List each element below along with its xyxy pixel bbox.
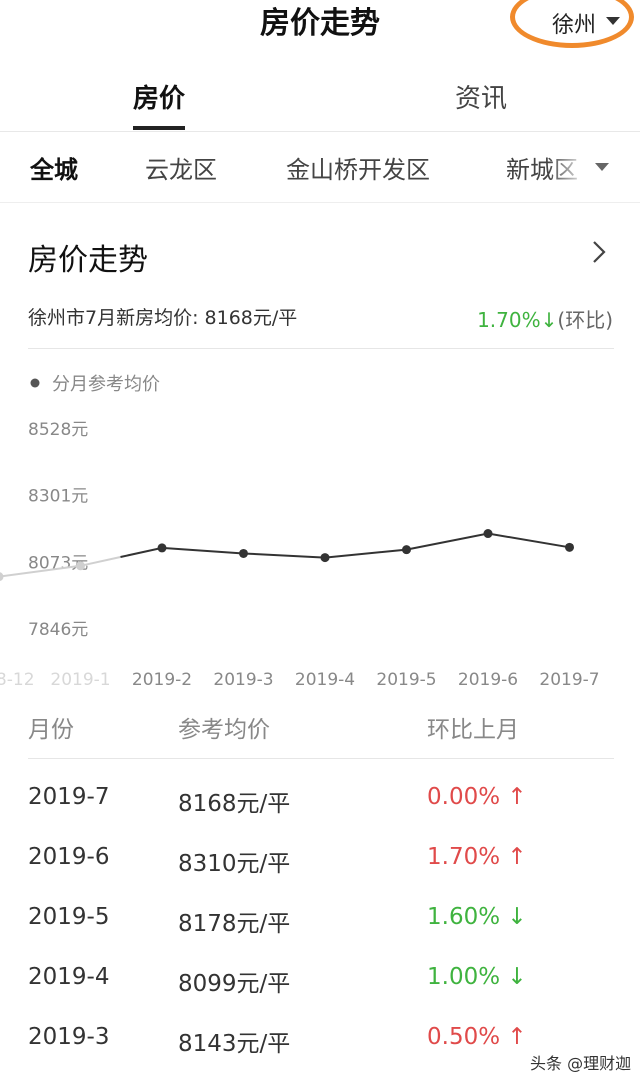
change-value: 1.70% <box>427 844 501 870</box>
average-price-summary: 徐州市7月新房均价: 8168元/平 <box>28 307 298 329</box>
row-price: 8310元/平 <box>178 851 291 877</box>
legend-label: 分月参考均价 <box>52 374 160 395</box>
row-month: 2019-5 <box>28 904 110 930</box>
tab-news[interactable]: 资讯 <box>455 78 507 115</box>
district-filter: 全城 云龙区 金山桥开发区 新城区 <box>0 133 640 203</box>
month-change-summary: 1.70%↓(环比) <box>477 304 613 333</box>
row-change: 1.00% ↓ <box>427 964 527 990</box>
data-point[interactable] <box>239 548 248 558</box>
top-bar: 房价走势 徐州 <box>0 0 640 50</box>
x-tick-label: 2019-2 <box>132 670 192 690</box>
change-value: 1.00% <box>427 964 501 990</box>
table-row: 2019-6 8310元/平 1.70% ↑ <box>0 844 640 904</box>
table-row: 2019-5 8178元/平 1.60% ↓ <box>0 904 640 964</box>
x-tick-label: 2019-3 <box>213 670 273 690</box>
y-tick-label: 8528元 <box>28 420 88 440</box>
row-month: 2019-7 <box>28 784 110 810</box>
arrow-down-icon: ↓ <box>507 964 527 990</box>
col-price: 参考均价 <box>178 717 270 743</box>
table-row: 2019-4 8099元/平 1.00% ↓ <box>0 964 640 1024</box>
change-percent: 1.70% <box>477 308 541 332</box>
row-month: 2019-3 <box>28 1024 110 1050</box>
col-change: 环比上月 <box>427 717 519 743</box>
arrow-up-icon: ↑ <box>507 844 527 870</box>
x-tick-label: 2018-12 <box>0 670 35 690</box>
tab-bar: 房价 资讯 <box>0 62 640 132</box>
city-label: 徐州 <box>552 13 597 38</box>
chevron-down-icon <box>606 17 620 25</box>
data-point[interactable] <box>483 529 493 539</box>
arrow-down-icon: ↓ <box>540 308 558 332</box>
price-trend-chart: 分月参考均价 8528元8301元8073元7846元 2018-122019-… <box>0 374 600 690</box>
arrow-down-icon: ↓ <box>507 904 527 930</box>
table-header: 月份 参考均价 环比上月 <box>0 710 640 760</box>
district-all[interactable]: 全城 <box>30 150 78 185</box>
tab-house-price[interactable]: 房价 <box>133 78 186 130</box>
data-point[interactable] <box>320 553 330 563</box>
y-tick-label: 8301元 <box>28 487 88 507</box>
row-change: 1.60% ↓ <box>427 904 527 930</box>
district-fade <box>548 133 588 202</box>
x-tick-label: 2019-5 <box>376 670 436 690</box>
data-point[interactable] <box>402 545 411 555</box>
data-point[interactable] <box>157 543 167 553</box>
change-value: 0.50% <box>427 1024 501 1050</box>
price-trend-header[interactable]: 房价走势 <box>0 215 640 295</box>
x-tick-label: 2019-7 <box>539 670 599 690</box>
district-more-button[interactable] <box>585 133 640 202</box>
row-change: 1.70% ↑ <box>427 844 527 870</box>
change-value: 1.60% <box>427 904 501 930</box>
row-month: 2019-6 <box>28 844 110 870</box>
y-tick-label: 7846元 <box>28 620 88 640</box>
data-point[interactable] <box>0 572 4 582</box>
row-change: 0.50% ↑ <box>427 1024 527 1050</box>
x-tick-label: 2019-6 <box>458 670 518 690</box>
col-month: 月份 <box>28 717 74 743</box>
row-price: 8168元/平 <box>178 791 291 817</box>
watermark: 头条 @理财迦 <box>530 1054 632 1073</box>
legend-dot <box>30 378 40 388</box>
change-value: 0.00% <box>427 784 501 810</box>
x-tick-label: 2019-1 <box>50 670 110 690</box>
table-row: 2019-7 8168元/平 0.00% ↑ <box>0 784 640 844</box>
x-tick-label: 2019-4 <box>295 670 355 690</box>
row-month: 2019-4 <box>28 964 110 990</box>
arrow-up-icon: ↑ <box>507 784 527 810</box>
district-jinshanqiao[interactable]: 金山桥开发区 <box>286 150 430 185</box>
chevron-right-icon[interactable] <box>583 237 613 267</box>
change-suffix: (环比) <box>557 308 613 332</box>
chevron-down-icon <box>595 163 609 171</box>
row-change: 0.00% ↑ <box>427 784 527 810</box>
district-yunlong[interactable]: 云龙区 <box>145 150 217 185</box>
row-price: 8099元/平 <box>178 971 291 997</box>
row-price: 8178元/平 <box>178 911 291 937</box>
data-point[interactable] <box>76 561 85 571</box>
data-point[interactable] <box>565 542 574 552</box>
divider <box>28 758 614 759</box>
series-line <box>120 532 570 559</box>
arrow-up-icon: ↑ <box>507 1024 527 1050</box>
section-title: 房价走势 <box>28 243 148 278</box>
row-price: 8143元/平 <box>178 1031 291 1057</box>
divider <box>28 348 614 349</box>
